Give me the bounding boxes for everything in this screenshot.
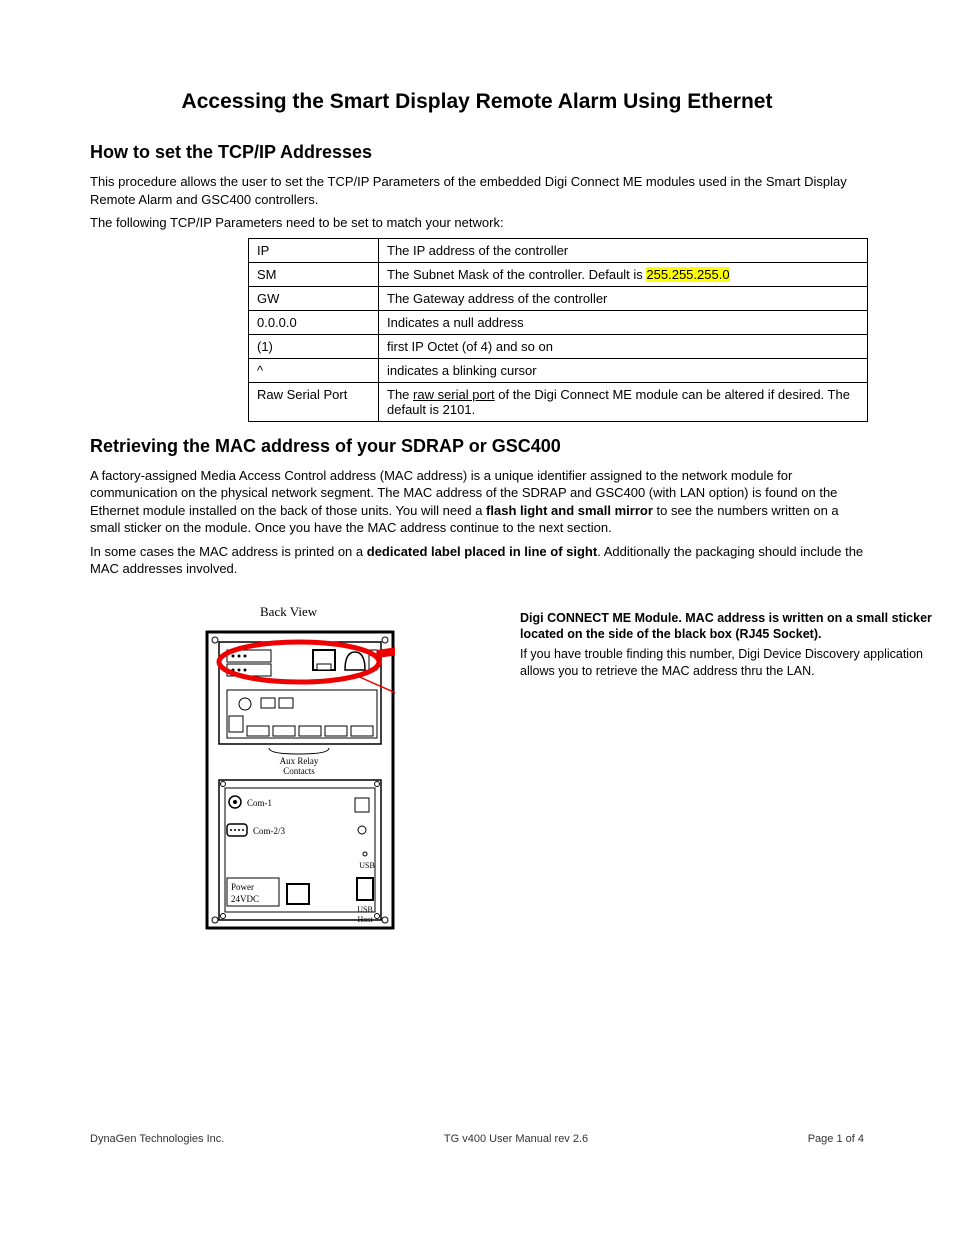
mac-para-2: In some cases the MAC address is printed… xyxy=(90,543,864,578)
params-table: IP The IP address of the controller SM T… xyxy=(248,238,868,422)
param-key: GW xyxy=(249,286,379,310)
back-view-label: Back View xyxy=(260,604,317,620)
param-key: ^ xyxy=(249,358,379,382)
param-key: 0.0.0.0 xyxy=(249,310,379,334)
intro-para-1: This procedure allows the user to set th… xyxy=(90,173,864,208)
param-val: first IP Octet (of 4) and so on xyxy=(379,334,868,358)
svg-text:USB: USB xyxy=(357,905,373,914)
svg-text:24VDC: 24VDC xyxy=(231,894,259,904)
svg-text:Power: Power xyxy=(231,882,254,892)
svg-text:Aux Relay: Aux Relay xyxy=(280,756,319,766)
intro-para-2: The following TCP/IP Parameters need to … xyxy=(90,214,864,232)
param-val: Indicates a null address xyxy=(379,310,868,334)
param-val: The Subnet Mask of the controller. Defau… xyxy=(379,262,868,286)
page-footer: DynaGen Technologies Inc. TG v400 User M… xyxy=(90,1133,864,1145)
table-row: SM The Subnet Mask of the controller. De… xyxy=(249,262,868,286)
table-row: ^ indicates a blinking cursor xyxy=(249,358,868,382)
svg-text:Com-1: Com-1 xyxy=(247,798,272,808)
param-val: The IP address of the controller xyxy=(379,238,868,262)
section-heading-1: How to set the TCP/IP Addresses xyxy=(90,142,864,163)
footer-left: DynaGen Technologies Inc. xyxy=(90,1133,224,1145)
mac-para-1: A factory-assigned Media Access Control … xyxy=(90,467,864,537)
pcb-diagram: Aux Relay Contacts Com-1 Com-2/3 Power 2… xyxy=(205,630,395,930)
highlighted-text: 255.255.255.0 xyxy=(646,267,729,282)
bold-text: flash light and small mirror xyxy=(486,503,653,518)
footer-center: TG v400 User Manual rev 2.6 xyxy=(444,1133,588,1145)
svg-text:USB: USB xyxy=(359,861,375,870)
diagram-area: Back View Aux Relay Contacts xyxy=(90,604,864,924)
table-row: IP The IP address of the controller xyxy=(249,238,868,262)
table-row: Raw Serial Port The raw serial port of t… xyxy=(249,382,868,421)
table-row: GW The Gateway address of the controller xyxy=(249,286,868,310)
footer-right: Page 1 of 4 xyxy=(808,1133,864,1145)
callout-lead: Digi CONNECT ME Module. MAC address is w… xyxy=(520,610,940,643)
page-title: Accessing the Smart Display Remote Alarm… xyxy=(90,90,864,114)
param-key: (1) xyxy=(249,334,379,358)
diagram-callout: Digi CONNECT ME Module. MAC address is w… xyxy=(520,610,940,679)
param-key: SM xyxy=(249,262,379,286)
underlined-text: raw serial port xyxy=(413,387,495,402)
param-val: The Gateway address of the controller xyxy=(379,286,868,310)
param-val: indicates a blinking cursor xyxy=(379,358,868,382)
param-val: The raw serial port of the Digi Connect … xyxy=(379,382,868,421)
bold-text: dedicated label placed in line of sight xyxy=(367,544,597,559)
callout-body: If you have trouble finding this number,… xyxy=(520,646,940,679)
param-key: IP xyxy=(249,238,379,262)
table-row: 0.0.0.0 Indicates a null address xyxy=(249,310,868,334)
svg-text:Com-2/3: Com-2/3 xyxy=(253,826,286,836)
svg-text:Contacts: Contacts xyxy=(283,766,315,776)
section-heading-2: Retrieving the MAC address of your SDRAP… xyxy=(90,436,864,457)
svg-text:Host: Host xyxy=(357,915,373,924)
param-key: Raw Serial Port xyxy=(249,382,379,421)
table-row: (1) first IP Octet (of 4) and so on xyxy=(249,334,868,358)
